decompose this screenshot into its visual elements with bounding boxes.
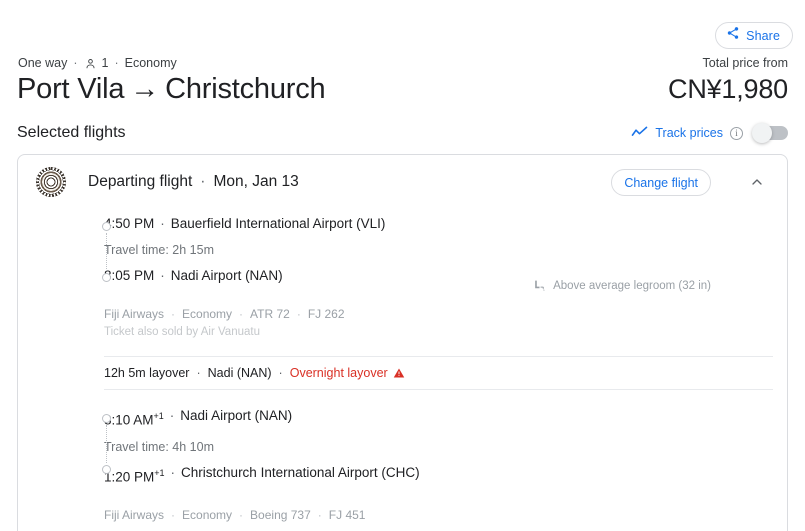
selected-flights-title: Selected flights xyxy=(17,124,126,141)
toggle-knob xyxy=(752,123,772,143)
segment-arrival-row: 1:20 PM+1 · Christchurch International A… xyxy=(104,464,787,487)
ticket-sold-by: Ticket also sold by Air Vanuatu xyxy=(104,326,260,338)
row-separator: · xyxy=(160,268,165,283)
departure-time: 8:10 AM+1 xyxy=(104,411,164,428)
carrier-separator-3: · xyxy=(296,307,301,321)
airline-name: Fiji Airways xyxy=(104,307,165,321)
layover-location: Nadi (NAN) xyxy=(207,366,272,380)
flight-segment: 8:10 AM+1 · Nadi Airport (NAN) Above ave… xyxy=(18,407,787,523)
change-flight-button[interactable]: Change flight xyxy=(611,169,711,196)
segment-timeline xyxy=(102,414,112,474)
carrier-separator-1: · xyxy=(171,508,176,522)
departure-airport: Nadi Airport (NAN) xyxy=(180,408,293,423)
cabin-class-label: Economy xyxy=(124,56,177,70)
arrival-airport: Christchurch International Airport (CHC) xyxy=(181,464,420,480)
flight-number: FJ 451 xyxy=(328,508,366,522)
departure-day-offset: +1 xyxy=(153,411,164,421)
card-header-title: Departing flight · Mon, Jan 13 xyxy=(88,173,299,191)
row-separator: · xyxy=(170,464,176,480)
segment-carrier-info: Fiji Airways · Economy · ATR 72 · FJ 262 xyxy=(104,306,787,322)
destination-city: Christchurch xyxy=(165,73,326,105)
flight-itinerary-page: Share One way · 1 · Economy Port Vila → Ch… xyxy=(0,0,805,531)
segment-departure-row: 8:10 AM+1 · Nadi Airport (NAN) xyxy=(104,407,787,430)
share-icon xyxy=(726,26,740,45)
collapse-chevron-up-icon[interactable] xyxy=(749,174,765,190)
segment-timeline xyxy=(102,222,112,282)
segment-departure-row: 4:50 PM · Bauerfield International Airpo… xyxy=(104,215,787,233)
meta-separator-1: · xyxy=(73,56,78,70)
layover-separator-2: · xyxy=(278,366,283,380)
departing-flight-card: Departing flight · Mon, Jan 13 Change fl… xyxy=(17,154,788,531)
row-separator: · xyxy=(160,216,165,231)
warning-triangle-icon xyxy=(393,367,405,379)
layover-duration: 12h 5m layover xyxy=(104,366,190,380)
passenger-icon xyxy=(84,57,97,70)
carrier-separator-3: · xyxy=(317,508,322,522)
arrival-airport: Nadi Airport (NAN) xyxy=(170,268,283,283)
segment-cabin: Economy xyxy=(182,307,233,321)
timeline-dot-depart xyxy=(102,222,111,231)
row-separator: · xyxy=(169,408,175,423)
total-price-label: Total price from xyxy=(702,56,788,70)
share-button[interactable]: Share xyxy=(715,22,793,49)
share-label: Share xyxy=(746,28,780,43)
carrier-separator-1: · xyxy=(171,307,176,321)
layover-separator-1: · xyxy=(196,366,201,380)
carrier-separator-2: · xyxy=(239,508,244,522)
flight-date: Mon, Jan 13 xyxy=(213,173,299,190)
page-title: Port Vila → Christchurch xyxy=(17,73,326,106)
origin-city: Port Vila xyxy=(17,73,125,105)
departure-airport: Bauerfield International Airport (VLI) xyxy=(170,216,386,231)
timeline-dot-arrive xyxy=(102,465,111,474)
trend-line-icon xyxy=(631,126,648,140)
flight-segment: 4:50 PM · Bauerfield International Airpo… xyxy=(18,215,787,340)
aircraft-type: Boeing 737 xyxy=(250,508,311,522)
trip-meta: One way · 1 · Economy xyxy=(18,56,177,70)
share-row: Share xyxy=(715,22,793,49)
card-header: Departing flight · Mon, Jan 13 Change fl… xyxy=(18,155,787,209)
header-separator: · xyxy=(200,173,206,190)
arrival-time: 1:20 PM+1 xyxy=(104,467,165,485)
legroom-amenity: Above average legroom (32 in) xyxy=(533,279,711,292)
carrier-separator-2: · xyxy=(239,307,244,321)
overnight-layover-warning: Overnight layover xyxy=(290,366,405,380)
timeline-dot-depart xyxy=(102,414,111,423)
timeline-connector xyxy=(106,233,107,271)
segment-carrier-info: Fiji Airways · Economy · Boeing 737 · FJ… xyxy=(104,507,787,523)
track-prices-label[interactable]: Track prices xyxy=(655,126,723,140)
passenger-count: 1 xyxy=(101,56,109,70)
layover-row: 12h 5m layover · Nadi (NAN) · Overnight … xyxy=(104,356,773,390)
timeline-dot-arrive xyxy=(102,273,111,282)
meta-separator-2: · xyxy=(114,56,119,70)
arrival-day-offset: +1 xyxy=(154,467,165,478)
info-icon[interactable]: i xyxy=(730,126,743,140)
segment-travel-time: Travel time: 2h 15m xyxy=(104,243,214,257)
total-price-value: CN¥1,980 xyxy=(668,74,788,104)
change-flight-label: Change flight xyxy=(624,175,698,190)
segment-cabin: Economy xyxy=(182,508,233,522)
track-prices-row: Track prices i xyxy=(631,123,788,143)
airline-logo-icon xyxy=(36,167,66,197)
flight-direction-label: Departing flight xyxy=(88,173,193,190)
flight-number: FJ 262 xyxy=(307,307,345,321)
arrow-icon: → xyxy=(130,73,160,105)
legroom-text: Above average legroom (32 in) xyxy=(553,279,711,292)
trip-type-label: One way xyxy=(18,56,68,70)
aircraft-type: ATR 72 xyxy=(250,307,290,321)
timeline-connector xyxy=(106,425,107,463)
airline-seat-legroom-icon xyxy=(533,279,546,292)
overnight-layover-text: Overnight layover xyxy=(289,366,388,380)
segment-travel-time: Travel time: 4h 10m xyxy=(104,439,214,454)
airline-name: Fiji Airways xyxy=(104,508,165,522)
track-prices-toggle[interactable] xyxy=(752,123,788,143)
